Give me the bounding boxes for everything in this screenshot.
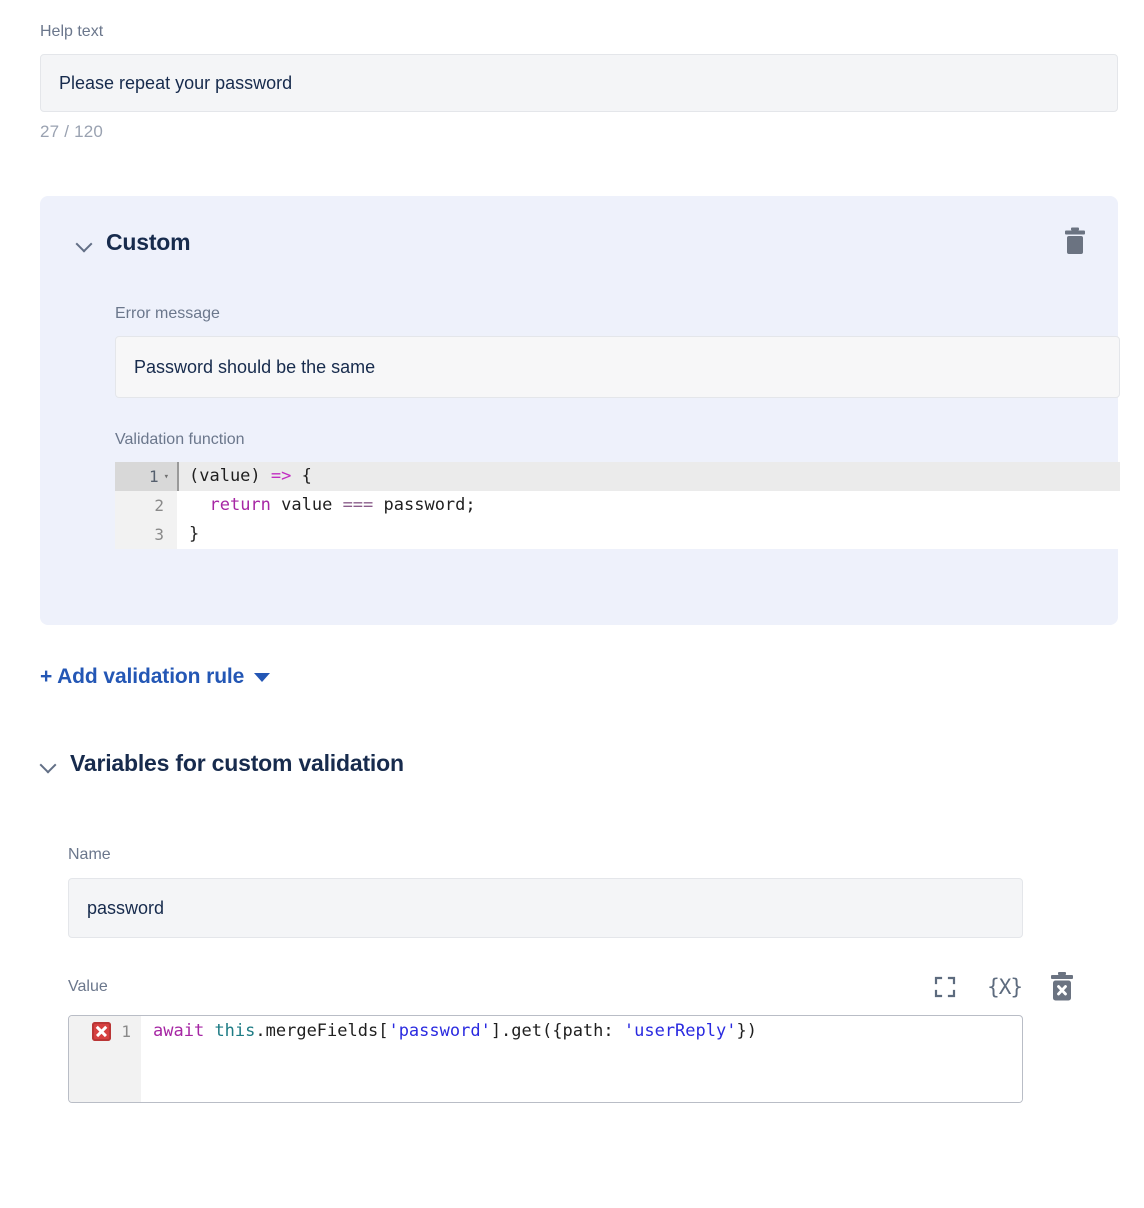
help-text-value: Please repeat your password	[59, 72, 293, 93]
chevron-down-icon[interactable]	[76, 234, 94, 252]
value-code-line-1[interactable]: 1 await this .mergeFields['password'].get…	[69, 1016, 1022, 1046]
error-message-input[interactable]: Password should be the same	[115, 336, 1120, 398]
value-line-gutter: 1	[69, 1016, 141, 1046]
code-token-password: password;	[373, 495, 476, 515]
error-message-label: Error message	[115, 305, 220, 322]
variables-section-header[interactable]: Variables for custom validation	[40, 750, 404, 777]
trash-x-icon	[1051, 972, 1073, 1001]
value-editor-empty	[141, 1046, 1022, 1102]
variable-name-input[interactable]: password	[68, 878, 1023, 938]
variable-name-label: Name	[68, 846, 111, 863]
braces-variable-icon[interactable]: {X}	[987, 975, 1023, 999]
add-validation-rule-button[interactable]: + Add validation rule	[40, 665, 271, 689]
variables-section-title: Variables for custom validation	[70, 750, 404, 776]
variable-row: Name password Value {X} 1 await this .me…	[68, 845, 1078, 1103]
code-line-2[interactable]: 2 return value === password;	[115, 491, 1120, 520]
custom-validation-panel: Custom Error message Password should be …	[40, 196, 1120, 625]
code-token-arrow: =>	[270, 466, 292, 486]
code-line-3-text: }	[177, 520, 1120, 549]
custom-panel-body: Error message Password should be the sam…	[115, 304, 1120, 549]
variable-name-value: password	[87, 897, 165, 918]
code-token-strict-equals: ===	[342, 495, 374, 515]
line-number-gutter: 3	[115, 520, 177, 549]
validation-settings-page: Help text Please repeat your password 27…	[0, 0, 1144, 1208]
value-line-number: 1	[121, 1021, 131, 1041]
line-number: 1	[148, 467, 159, 486]
code-token-string-password: 'password'	[388, 1020, 491, 1041]
custom-panel-header[interactable]: Custom	[76, 229, 191, 256]
help-text-label: Help text	[40, 23, 104, 40]
custom-panel-title: Custom	[106, 229, 191, 255]
code-token-get-call: ].get({path:	[490, 1020, 624, 1041]
help-text-input[interactable]: Please repeat your password	[40, 54, 1118, 112]
value-editor-blank-area[interactable]	[69, 1046, 1022, 1102]
code-token-member: .mergeFields[	[255, 1020, 389, 1041]
fold-arrow-icon[interactable]: ▾	[164, 473, 169, 482]
fullscreen-icon[interactable]	[933, 975, 957, 999]
validation-function-editor[interactable]: 1 ▾ (value) => { 2 return value === pass…	[115, 462, 1120, 549]
code-line-1[interactable]: 1 ▾ (value) => {	[115, 462, 1120, 491]
variable-value-header: Value {X}	[68, 970, 1078, 1004]
variable-value-editor-wrap: 1 await this .mergeFields['password'].get…	[68, 1015, 1078, 1103]
caret-down-icon[interactable]	[254, 672, 271, 682]
help-text-char-counter: 27 / 120	[40, 122, 104, 141]
line-number-gutter: 2	[115, 491, 177, 520]
delete-variable-button[interactable]	[1046, 970, 1078, 1004]
code-line-3[interactable]: 3 }	[115, 520, 1120, 549]
error-x-icon[interactable]	[92, 1021, 112, 1041]
code-line-2-text: return value === password;	[177, 491, 1120, 520]
line-number: 3	[154, 525, 164, 544]
code-token-return: return	[209, 495, 271, 515]
code-line-1-text: (value) => {	[177, 462, 1120, 491]
value-gutter-fill	[69, 1046, 141, 1102]
code-token-params: (value)	[189, 466, 271, 486]
variable-value-editor[interactable]: 1 await this .mergeFields['password'].get…	[68, 1015, 1023, 1103]
code-token-value: value	[270, 495, 343, 515]
chevron-down-icon[interactable]	[40, 755, 58, 773]
add-validation-rule-label: + Add validation rule	[40, 665, 245, 688]
code-token-await: await	[153, 1020, 205, 1041]
code-token-brace-close: }	[189, 524, 200, 544]
code-token-string-userreply: 'userReply'	[623, 1020, 737, 1041]
line-number-gutter: 1 ▾	[115, 462, 177, 491]
code-token-this: this	[214, 1020, 256, 1041]
delete-custom-rule-button[interactable]	[1060, 226, 1090, 258]
variable-value-label: Value	[68, 978, 108, 995]
code-token-close: })	[736, 1020, 757, 1041]
code-token-brace-open: {	[291, 466, 312, 486]
error-message-value: Password should be the same	[134, 356, 376, 377]
trash-icon	[1065, 227, 1085, 254]
value-editor-toolbar: {X}	[933, 975, 1032, 999]
validation-function-label: Validation function	[115, 431, 245, 448]
value-code-text: await this .mergeFields['password'].get({…	[141, 1016, 1022, 1046]
help-text-field-group: Help text Please repeat your password 27…	[40, 22, 1118, 142]
line-number: 2	[154, 496, 164, 515]
